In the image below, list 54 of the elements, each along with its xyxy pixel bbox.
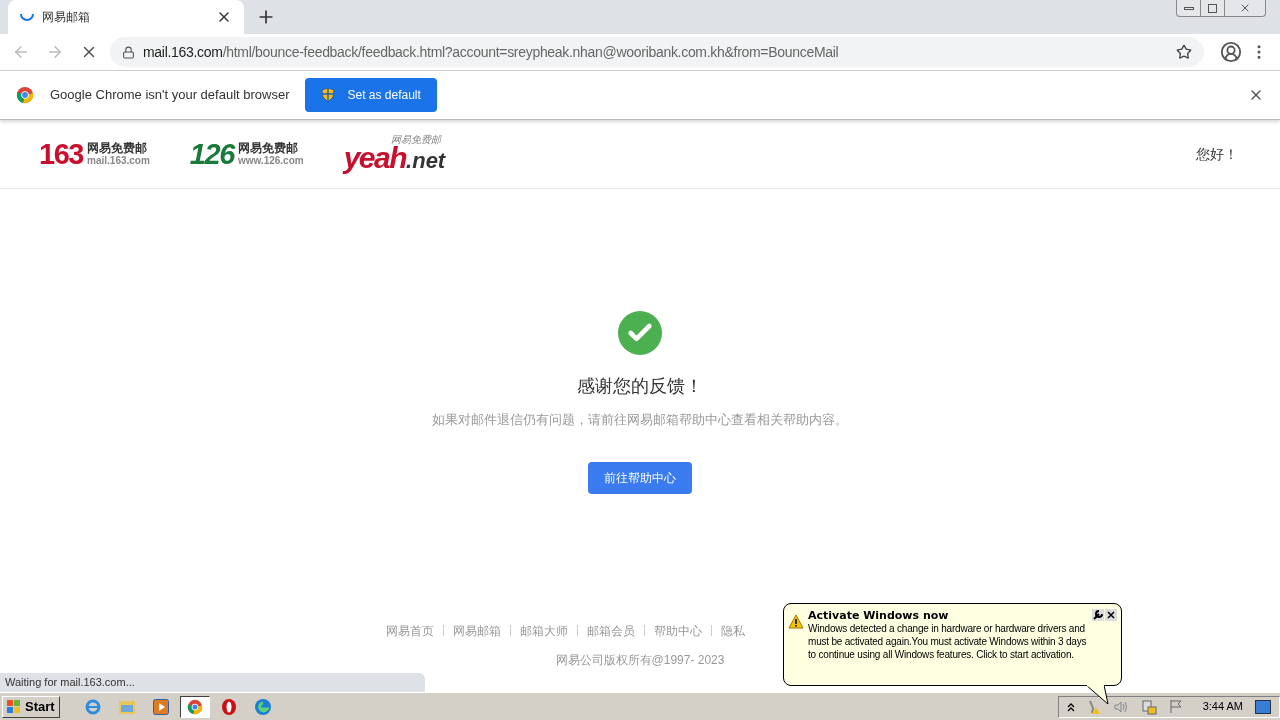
browser-tab[interactable]: 网易邮箱 [8,0,244,34]
warning-icon [788,614,804,629]
address-bar[interactable]: mail.163.com/html/bounce-feedback/feedback.html?account=sreypheak.nhan@wooribank.com.kh&from=BounceMail [110,37,1204,67]
status-bubble: Waiting for mail.163.com... [0,673,425,692]
clock: 3:44 AM [1202,699,1243,715]
greeting: 您好！ [1196,144,1238,164]
start-button[interactable]: Start [2,695,60,718]
opera-icon [220,697,237,716]
set-default-button[interactable]: Set as default [305,78,437,112]
flag-icon[interactable] [1168,699,1183,714]
logo-name: 网易免费邮 [391,135,442,145]
logo-name: 网易免费邮 [87,142,149,154]
footer-link[interactable]: 邮箱大师 [519,621,568,640]
success-check-icon [618,311,662,355]
chevron-up-icon[interactable] [1066,701,1075,712]
help-message: 如果对邮件退信仍有问题，请前往网易邮箱帮助中心查看相关帮助内容。 [432,411,848,429]
url-text: mail.163.com/html/bounce-feedback/feedback.html?account=sreypheak.nhan@wooribank.com.kh&from=BounceMail [143,42,840,62]
copyright: 网易公司版权所有@1997- 2023 [555,651,725,669]
wrench-icon[interactable] [1092,609,1104,621]
logo-number: 163 [39,139,84,169]
infobar-message: Google Chrome isn't your default browser [50,86,290,105]
footer-link[interactable]: 帮助中心 [653,621,702,640]
bookmark-star-icon[interactable] [1176,44,1192,60]
network-warning-icon[interactable] [1140,698,1157,715]
folder-icon [117,698,136,715]
tab-title: 网易邮箱 [42,9,91,26]
lock-icon [122,45,135,59]
ie-icon [83,697,102,716]
windows-logo-icon [7,700,21,713]
logo-domain: mail.163.com [87,156,150,166]
balloon-title: Activate Windows now [808,609,950,622]
thank-you-title: 感谢您的反馈！ [577,375,703,398]
help-center-button[interactable]: 前往帮助中心 [588,461,692,494]
balloon-pointer-icon [1086,685,1110,705]
show-desktop-icon[interactable] [1255,699,1271,714]
edge-icon [253,697,272,716]
shield-icon [321,87,336,103]
media-player-icon [152,698,169,715]
footer-link[interactable]: 隐私 [720,621,745,640]
footer-link[interactable]: 网易首页 [385,621,434,640]
profile-icon[interactable] [1220,41,1242,63]
logo-word: yeah [343,143,407,173]
logo-domain: www.126.com [237,156,304,166]
footer-link[interactable]: 邮箱会员 [586,621,635,640]
taskbar-app-button[interactable] [179,695,210,718]
logo-suffix: .net [406,150,446,172]
chrome-icon [186,698,203,715]
logo-number: 126 [189,139,234,169]
close-icon[interactable] [1105,609,1117,621]
footer-link[interactable]: 网易邮箱 [452,621,501,640]
close-icon [1239,2,1251,14]
balloon-message: Windows detected a change in hardware or hardware drivers and must be activated again.You must activate Windows within 3 days to continue using all Windows features. Click to start activation. [808,622,1088,661]
chrome-logo-icon [16,86,34,104]
logo-name: 网易免费邮 [237,142,299,154]
